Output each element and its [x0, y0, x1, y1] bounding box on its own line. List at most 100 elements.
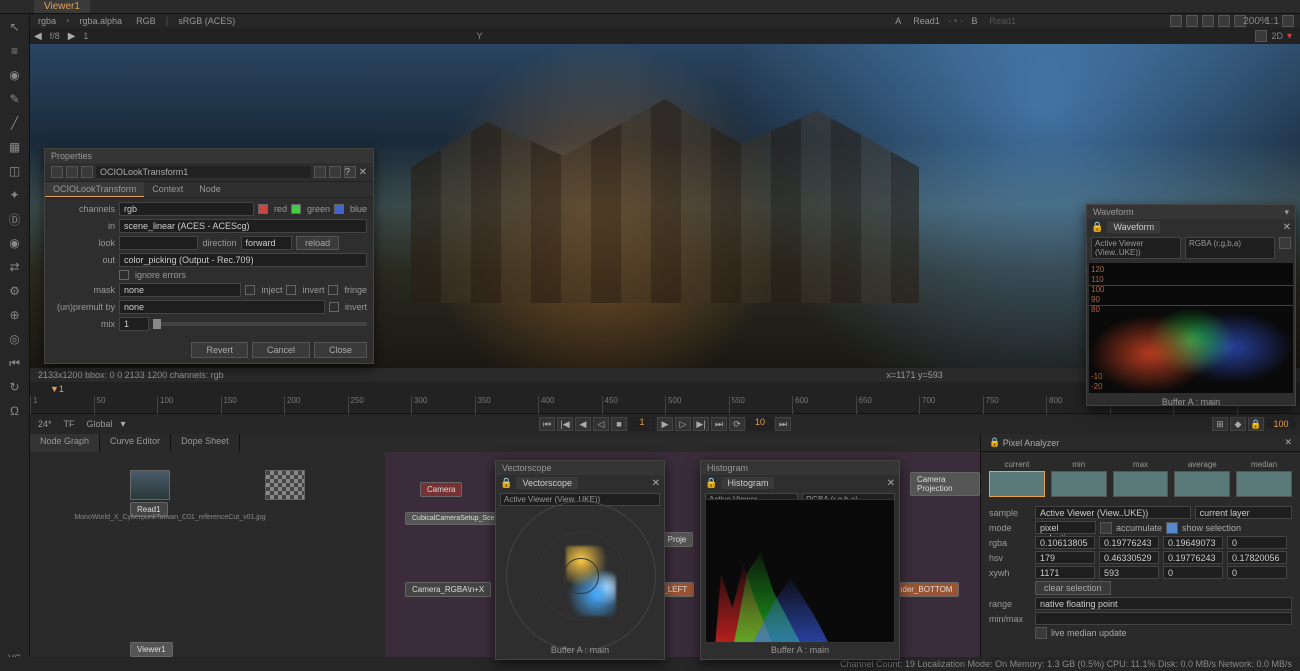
- frame-value[interactable]: 1: [83, 31, 88, 41]
- fstop-value[interactable]: f/8: [50, 31, 60, 41]
- sphere-icon[interactable]: ◉: [6, 66, 24, 84]
- node-camera-rgba[interactable]: Camera_RGBA\n+X: [405, 582, 491, 597]
- swatch-min[interactable]: min: [1051, 460, 1107, 497]
- mix-input[interactable]: 1: [119, 317, 149, 331]
- look-select[interactable]: [119, 236, 198, 250]
- link-icon[interactable]: ⇄: [6, 258, 24, 276]
- go-end2-button[interactable]: ⏭: [775, 417, 791, 431]
- invert2-checkbox[interactable]: [329, 302, 339, 312]
- lock-icon[interactable]: 🔒: [705, 478, 717, 489]
- rgb-mode[interactable]: RGB: [132, 16, 160, 26]
- ignore-errors-checkbox[interactable]: [119, 270, 129, 280]
- close-icon[interactable]: ✕: [1284, 437, 1292, 448]
- playhead-marker[interactable]: ▼1: [50, 384, 64, 394]
- waveform-channel-select[interactable]: RGBA (r,g,b,a): [1185, 237, 1275, 259]
- node-thumbnail[interactable]: [130, 470, 170, 500]
- hsv-h-value[interactable]: 179: [1035, 551, 1095, 564]
- loop-icon[interactable]: ↻: [6, 378, 24, 396]
- tab-curve-editor[interactable]: Curve Editor: [100, 434, 171, 452]
- swatch-current[interactable]: current: [989, 460, 1045, 497]
- minmax-input[interactable]: [1035, 612, 1292, 625]
- lock-icon[interactable]: 🔒: [500, 478, 512, 489]
- green-checkbox[interactable]: [291, 204, 301, 214]
- cancel-button[interactable]: Cancel: [252, 342, 310, 358]
- key-icon[interactable]: ◆: [1230, 417, 1246, 431]
- tab-node-graph[interactable]: Node Graph: [30, 434, 100, 452]
- dimension-mode[interactable]: 2D: [1271, 31, 1283, 41]
- waveform-canvas[interactable]: 120 110 100 90 80 -10 -20: [1089, 263, 1293, 393]
- ratio-value[interactable]: 1:1: [1266, 15, 1278, 27]
- accumulate-checkbox[interactable]: [1100, 522, 1112, 534]
- loop-mode-button[interactable]: ⟳: [729, 417, 745, 431]
- global-select[interactable]: Global: [83, 419, 117, 429]
- float-icon[interactable]: [329, 166, 341, 178]
- fps-select[interactable]: 24*: [34, 419, 56, 429]
- lock-icon[interactable]: 🔒: [989, 437, 1000, 448]
- tab-histogram[interactable]: Histogram: [721, 477, 774, 489]
- a-input-select[interactable]: Read1: [909, 16, 944, 27]
- blue-checkbox[interactable]: [334, 204, 344, 214]
- target-icon[interactable]: ⊕: [6, 306, 24, 324]
- pointer-icon[interactable]: ↖: [6, 18, 24, 36]
- vectorscope-canvas[interactable]: [506, 501, 656, 651]
- pause-icon[interactable]: [1218, 15, 1230, 27]
- close-icon[interactable]: ▾: [1284, 207, 1289, 218]
- eye-icon[interactable]: ◉: [6, 234, 24, 252]
- red-checkbox[interactable]: [258, 204, 268, 214]
- out-colorspace-select[interactable]: color_picking (Output - Rec.709): [119, 253, 367, 267]
- rgba-a-value[interactable]: 0: [1227, 536, 1287, 549]
- mask-select[interactable]: none: [119, 283, 241, 297]
- tab-vectorscope[interactable]: Vectorscope: [516, 477, 578, 489]
- reload-button[interactable]: reload: [296, 236, 339, 250]
- sample-viewer-select[interactable]: Active Viewer (View..UKE)): [1035, 506, 1191, 519]
- gear-icon[interactable]: ⚙: [6, 282, 24, 300]
- inject-checkbox[interactable]: [245, 285, 255, 295]
- rec-icon[interactable]: ◎: [6, 330, 24, 348]
- xywh-y-value[interactable]: 593: [1099, 566, 1159, 579]
- tab-context[interactable]: Context: [144, 182, 191, 197]
- line-icon[interactable]: ╱: [6, 114, 24, 132]
- in-colorspace-select[interactable]: scene_linear (ACES - ACEScg): [119, 219, 367, 233]
- chevron-down-icon[interactable]: ▾: [1287, 31, 1292, 42]
- proxy-icon[interactable]: [1186, 15, 1198, 27]
- view-mode-icon[interactable]: [1255, 30, 1267, 42]
- hsv-v-value[interactable]: 0.19776243: [1163, 551, 1223, 564]
- step-back-keyframe-button[interactable]: |◀: [557, 417, 573, 431]
- close-button[interactable]: Close: [314, 342, 367, 358]
- d-icon[interactable]: Ⓓ: [6, 210, 24, 228]
- close-icon[interactable]: ✕: [652, 478, 660, 489]
- colorspace-select[interactable]: sRGB (ACES): [174, 16, 239, 26]
- go-start-button[interactable]: ⏮: [539, 417, 555, 431]
- tab-node[interactable]: Node: [191, 182, 229, 197]
- unpremult-select[interactable]: none: [119, 300, 325, 314]
- stop-button[interactable]: ■: [611, 417, 627, 431]
- mix-slider[interactable]: [153, 322, 367, 326]
- grid-icon[interactable]: ▦: [6, 138, 24, 156]
- centernode-icon[interactable]: [66, 166, 78, 178]
- menu-icon[interactable]: ≡: [6, 42, 24, 60]
- chevron-right-icon[interactable]: ▶: [68, 31, 76, 42]
- zoom-reset-icon[interactable]: [1282, 15, 1294, 27]
- alpha-select[interactable]: rgba.alpha: [76, 16, 127, 26]
- play-reverse-button[interactable]: ◀: [575, 417, 591, 431]
- help-icon[interactable]: ?: [344, 166, 356, 178]
- hsv-l-value[interactable]: 0.17820056: [1227, 551, 1287, 564]
- clear-selection-button[interactable]: clear selection: [1035, 581, 1111, 595]
- omega-icon[interactable]: Ω: [6, 402, 24, 420]
- rgba-g-value[interactable]: 0.19776243: [1099, 536, 1159, 549]
- channels-select[interactable]: rgb: [119, 202, 254, 216]
- live-median-checkbox[interactable]: [1035, 627, 1047, 639]
- spark-icon[interactable]: ✦: [6, 186, 24, 204]
- tab-ociolook[interactable]: OCIOLookTransform: [45, 182, 144, 197]
- node-name-input[interactable]: OCIOLookTransform1: [96, 166, 311, 178]
- brush-icon[interactable]: ✎: [6, 90, 24, 108]
- node-camproj2[interactable]: Camera Projection: [910, 472, 980, 496]
- tab-waveform[interactable]: Waveform: [1107, 221, 1160, 233]
- roi-icon[interactable]: [1202, 15, 1214, 27]
- swatch-max[interactable]: max: [1113, 460, 1169, 497]
- step-forward-keyframe-button[interactable]: ▶|: [693, 417, 709, 431]
- rgb-parade-icon[interactable]: [1279, 237, 1291, 249]
- step-back-button[interactable]: ◁: [593, 417, 609, 431]
- play-button[interactable]: ▶: [657, 417, 673, 431]
- close-icon[interactable]: ✕: [1283, 222, 1291, 233]
